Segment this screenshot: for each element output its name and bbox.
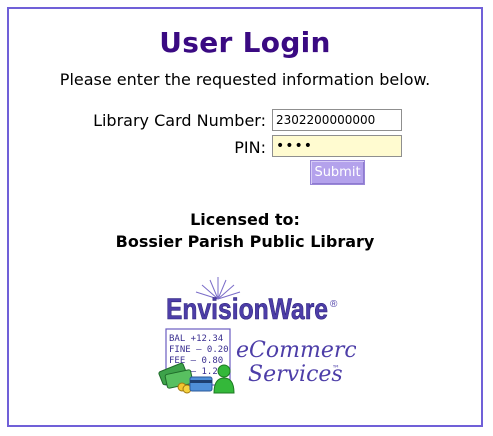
receipt-line: FINE – 0.20 (169, 345, 229, 355)
page-title: User Login (159, 26, 331, 59)
logo-registered-mark: ® (330, 299, 338, 310)
receipt-line: BAL +12.34 (169, 334, 223, 344)
license-heading: Licensed to: (190, 210, 300, 229)
license-block: Licensed to: Bossier Parish Public Libra… (9, 209, 481, 253)
envisionware-logo: EnvisionWare ® BAL +12.34 FINE – 0.20 FE… (158, 277, 356, 394)
logo-brand: EnvisionWare (166, 293, 328, 326)
submit-button[interactable]: Submit (310, 160, 365, 185)
library-card-label: Library Card Number: (93, 111, 266, 130)
logo-tagline-services: Services (248, 362, 343, 387)
login-panel: User Login Please enter the requested in… (7, 7, 483, 427)
credit-card-icon (189, 376, 213, 392)
logo-trademark: ™ (332, 364, 340, 373)
license-name: Bossier Parish Public Library (115, 232, 375, 251)
pin-label: PIN: (234, 138, 266, 157)
pin-field[interactable] (272, 135, 402, 157)
instructions-text: Please enter the requested information b… (59, 70, 431, 89)
library-card-field[interactable] (272, 109, 402, 131)
logo-tagline-ecommerce: eCommerce (236, 338, 356, 363)
